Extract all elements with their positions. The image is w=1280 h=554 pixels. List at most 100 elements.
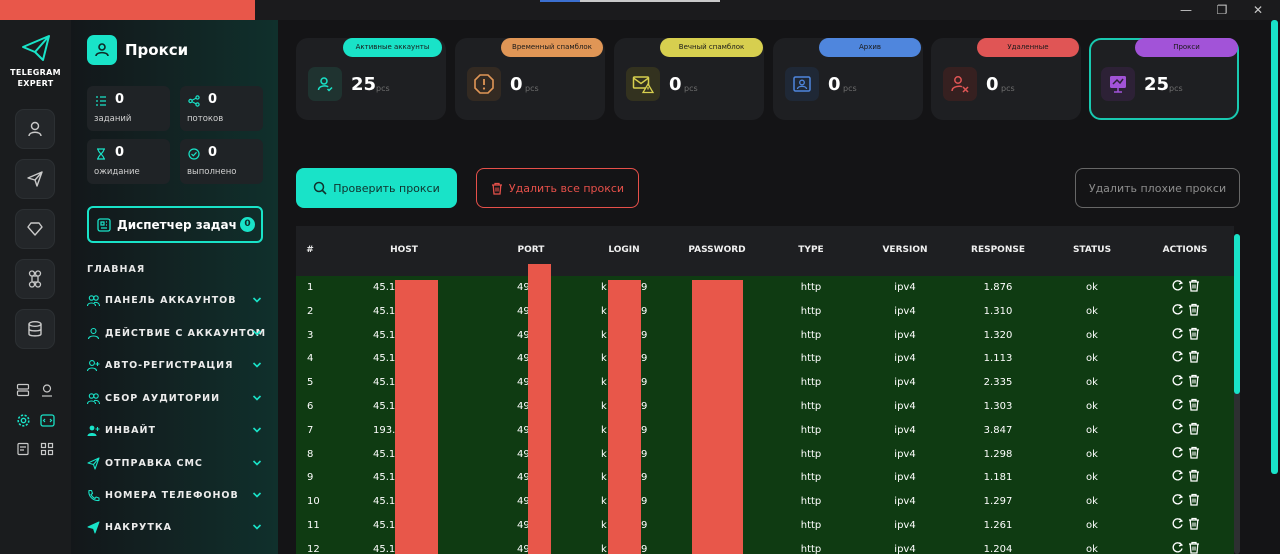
refresh-icon[interactable] (1171, 303, 1185, 317)
maximize-button[interactable]: ❐ (1212, 2, 1232, 18)
rail-accounts-button[interactable] (15, 109, 55, 149)
cell-host: 45.1 (373, 353, 396, 365)
trash-icon[interactable] (1188, 303, 1202, 317)
task-dispatcher-button[interactable]: Диспетчер задач 0 (87, 206, 263, 243)
cell-login2: 9 (641, 472, 648, 484)
nav-item-label: НАКРУТКА (105, 521, 172, 533)
refresh-icon[interactable] (1171, 350, 1185, 364)
refresh-icon[interactable] (1171, 517, 1185, 531)
row-actions (1171, 446, 1205, 460)
proxy-monitor-icon (1101, 67, 1135, 101)
card-proxy[interactable]: Прокси 25 pcs (1089, 38, 1239, 120)
close-button[interactable]: ✕ (1248, 2, 1268, 18)
trash-icon[interactable] (1188, 541, 1202, 554)
row-actions (1171, 279, 1205, 293)
cell-login: k (601, 448, 607, 460)
card-deleted[interactable]: Удаленные 0 pcs (931, 38, 1081, 120)
card-unit: pcs (1169, 84, 1183, 93)
nav-item-boost[interactable]: НАКРУТКА (87, 517, 264, 537)
table-scrollbar-thumb[interactable] (1234, 234, 1240, 394)
card-active-accounts[interactable]: Активные аккаунты 25 pcs (296, 38, 446, 120)
nav-item-invite[interactable]: ИНВАЙТ (87, 420, 264, 440)
refresh-icon[interactable] (1171, 422, 1185, 436)
cell-host: 45.1 (373, 520, 396, 531)
cell-n: 9 (307, 472, 314, 484)
refresh-icon[interactable] (1171, 493, 1185, 507)
trash-icon[interactable] (1188, 350, 1202, 364)
chevron-down-icon (252, 524, 262, 530)
trash-icon[interactable] (1188, 493, 1202, 507)
cell-login2: 9 (641, 520, 648, 531)
refresh-icon[interactable] (1171, 446, 1185, 460)
row-actions (1171, 541, 1205, 554)
rail-settings-button[interactable] (15, 412, 31, 428)
page-scrollbar-thumb[interactable] (1271, 20, 1278, 474)
send-icon (27, 171, 43, 187)
refresh-icon[interactable] (1171, 469, 1185, 483)
settings-icon (16, 413, 30, 427)
task-dispatcher-label: Диспетчер задач (117, 217, 237, 232)
cell-type: http (800, 401, 822, 412)
card-label: Удаленные (977, 38, 1079, 57)
alert-octagon-icon (467, 67, 501, 101)
row-actions (1171, 374, 1205, 388)
cell-status: ok (1086, 353, 1098, 365)
cell-login: k (601, 496, 607, 508)
cell-login: k (601, 401, 607, 412)
trash-icon[interactable] (1188, 422, 1202, 436)
trash-icon[interactable] (1188, 327, 1202, 341)
check-proxies-button[interactable]: Проверить прокси (296, 168, 457, 208)
nav-item-auto-registration[interactable]: АВТО-РЕГИСТРАЦИЯ (87, 355, 264, 375)
cell-login2: 9 (641, 448, 648, 460)
refresh-icon[interactable] (1171, 374, 1185, 388)
trash-icon[interactable] (1188, 446, 1202, 460)
rail-code-button[interactable] (39, 412, 55, 428)
cell-version: ipv4 (894, 377, 916, 389)
rail-command-button[interactable] (15, 259, 55, 299)
nav-item-sms-sending[interactable]: ОТПРАВКА СМС (87, 453, 264, 473)
task-dispatcher-count: 0 (240, 217, 255, 232)
cell-type: http (800, 305, 822, 317)
nav-item-account-actions[interactable]: ДЕЙСТВИЕ С АККАУНТОМ (87, 323, 265, 343)
cell-version: ipv4 (894, 353, 916, 365)
card-perm-spamblock[interactable]: Вечный спамблок 0 pcs (614, 38, 764, 120)
user-plus-icon (87, 425, 100, 436)
nav-item-phone-numbers[interactable]: НОМЕРА ТЕЛЕФОНОВ (87, 485, 264, 505)
refresh-icon[interactable] (1171, 279, 1185, 293)
app-logo[interactable]: TELEGRAM EXPERT (0, 34, 71, 89)
cell-type: http (800, 472, 822, 484)
trash-icon[interactable] (1188, 469, 1202, 483)
rail-premium-button[interactable] (15, 209, 55, 249)
card-unit: pcs (843, 84, 857, 93)
stat-threads: 0 потоков (180, 86, 263, 131)
trash-icon[interactable] (1188, 374, 1202, 388)
nav-item-audience-collection[interactable]: СБОР АУДИТОРИИ (87, 388, 264, 408)
card-temp-spamblock[interactable]: Временный спамблок 0 pcs (455, 38, 605, 120)
cell-login2: 9 (641, 424, 648, 436)
nav-item-label: ОТПРАВКА СМС (105, 457, 203, 469)
rail-server-button[interactable] (15, 382, 31, 398)
trash-icon[interactable] (1188, 398, 1202, 412)
trash-icon[interactable] (1188, 279, 1202, 293)
minimize-button[interactable]: — (1176, 2, 1196, 18)
row-actions (1171, 327, 1205, 341)
rail-database-button[interactable] (15, 309, 55, 349)
cell-login2: 9 (641, 377, 648, 389)
user-icon (28, 121, 42, 137)
rail-location-button[interactable] (39, 382, 55, 398)
stat-completed-value: 0 (208, 145, 218, 160)
row-actions (1171, 517, 1205, 531)
rail-send-button[interactable] (15, 159, 55, 199)
nav-item-accounts-panel[interactable]: ПАНЕЛЬ АККАУНТОВ (87, 290, 264, 310)
refresh-icon[interactable] (1171, 327, 1185, 341)
delete-bad-proxies-button[interactable]: Удалить плохие прокси (1075, 168, 1240, 208)
rail-apps-button[interactable] (39, 441, 55, 457)
cell-response: 1.297 (983, 496, 1013, 508)
refresh-icon[interactable] (1171, 541, 1185, 554)
trash-icon[interactable] (1188, 517, 1202, 531)
rail-document-button[interactable] (15, 441, 31, 457)
card-archive[interactable]: Архив 0 pcs (773, 38, 923, 120)
chevron-down-icon (252, 362, 262, 368)
delete-all-proxies-button[interactable]: Удалить все прокси (476, 168, 639, 208)
refresh-icon[interactable] (1171, 398, 1185, 412)
